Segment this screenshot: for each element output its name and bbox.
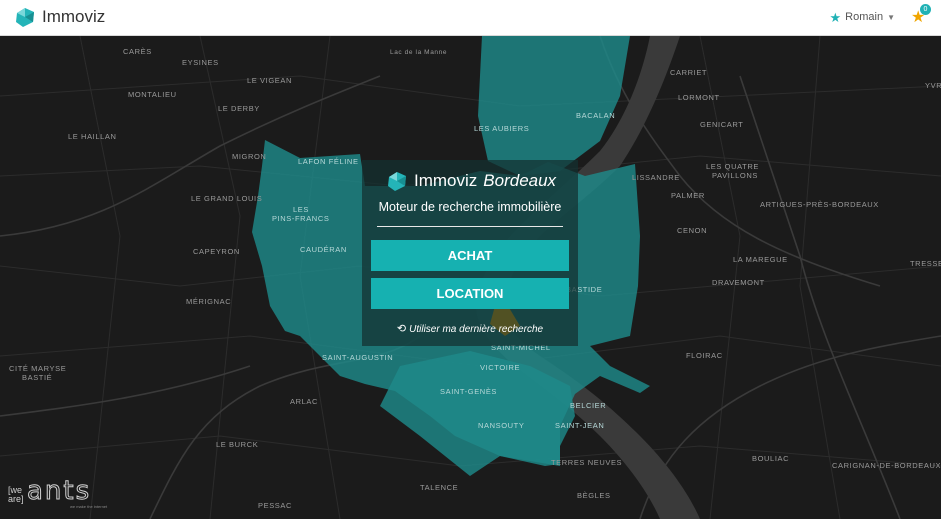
teal-gem-icon (16, 8, 34, 27)
favorites-button[interactable]: ★ 0 (909, 4, 931, 28)
map-label: BÈGLES (577, 491, 611, 500)
divider (377, 226, 563, 227)
map-label: MONTALIEU (128, 90, 177, 99)
map-label: LE DERBY (218, 104, 260, 113)
top-navbar: Immoviz ★ Romain ▼ ★ 0 (0, 0, 941, 36)
map-label: BASTIÉ (22, 373, 53, 382)
search-panel-title: Immoviz Bordeaux (386, 170, 556, 192)
map-label: TALENCE (420, 483, 459, 492)
map-label: LISSANDRE (632, 173, 680, 182)
map-label: LE VIGEAN (247, 76, 292, 85)
last-search-label: Utiliser ma dernière recherche (409, 324, 544, 335)
caret-down-icon: ▼ (887, 12, 895, 22)
map-label: VICTOIRE (480, 363, 521, 372)
map-label: PAVILLONS (712, 171, 758, 180)
map-label: TRESSE (910, 259, 941, 268)
map-label: LE BURCK (216, 440, 259, 449)
map-label: YVR (925, 81, 941, 90)
brand-name: Immoviz (42, 7, 106, 26)
agency-logo[interactable]: [we are] ants we make the internet (8, 476, 107, 510)
title-city: Bordeaux (483, 171, 557, 190)
map-label: NANSOUTY (478, 421, 525, 430)
map-label: SAINT-JEAN (555, 421, 605, 430)
map-label: MIGRON (232, 152, 267, 161)
map-label: BACALAN (576, 111, 616, 120)
map-label: FLOIRAC (686, 351, 723, 360)
star-icon: ★ (829, 9, 842, 25)
buy-button[interactable]: ACHAT (371, 240, 569, 271)
map-label: ARLAC (290, 397, 319, 406)
map-label: LES (293, 205, 309, 214)
user-menu[interactable]: ★ Romain ▼ (829, 9, 895, 25)
search-panel-subtitle: Moteur de recherche immobilière (378, 200, 562, 214)
map-label: PALMER (671, 191, 705, 200)
map-label: CARIGNAN-DE-BORDEAUX (832, 461, 941, 470)
map-label: LAFON FÉLINE (298, 157, 359, 166)
logo-we-are: [we are] (8, 485, 24, 504)
map-label: DRAVEMONT (712, 278, 765, 287)
favorites-count-badge: 0 (920, 4, 931, 15)
map-label: LE GRAND LOUIS (191, 194, 263, 203)
map-label: CAUDÉRAN (300, 245, 347, 254)
map-label: CENON (677, 226, 708, 235)
map-label: TERRES NEUVES (551, 458, 623, 467)
map-label: BELCIER (570, 401, 607, 410)
brand-link[interactable]: Immoviz (14, 6, 105, 28)
rent-button[interactable]: LOCATION (371, 278, 569, 309)
map-label: SAINT-GENÈS (440, 387, 498, 396)
last-search-link[interactable]: ⟲ Utiliser ma dernière recherche (362, 322, 578, 335)
map-label: PINS-FRANCS (272, 214, 330, 223)
title-prefix: Immoviz (414, 171, 478, 190)
map-label: CARRIET (670, 68, 708, 77)
map-label: CITÉ MARYSE (9, 364, 67, 373)
map-label: ARTIGUES-PRÈS-BORDEAUX (760, 200, 879, 209)
history-icon: ⟲ (396, 323, 407, 335)
map-label: Lac de la Manne (390, 49, 448, 56)
map-label: LES AUBIERS (474, 124, 530, 133)
map-label: CARÈS (123, 47, 152, 56)
map-label: BOULIAC (752, 454, 790, 463)
map-label: MÉRIGNAC (186, 297, 232, 306)
map-label: LE HAILLAN (68, 132, 117, 141)
map-label: LES QUATRE (706, 162, 759, 171)
user-name: Romain (845, 11, 884, 23)
map-label: LORMONT (678, 93, 720, 102)
logo-tagline: we make the internet (70, 504, 108, 509)
map-label: CAPEYRON (193, 247, 240, 256)
map-label: LA MAREGUE (733, 255, 788, 264)
map-label: GENICART (700, 120, 744, 129)
map-label: SAINT-AUGUSTIN (322, 353, 394, 362)
teal-gem-icon (388, 172, 406, 191)
map-label: EYSINES (182, 58, 219, 67)
logo-ants: ants (26, 476, 92, 506)
map-label: PESSAC (258, 501, 293, 510)
